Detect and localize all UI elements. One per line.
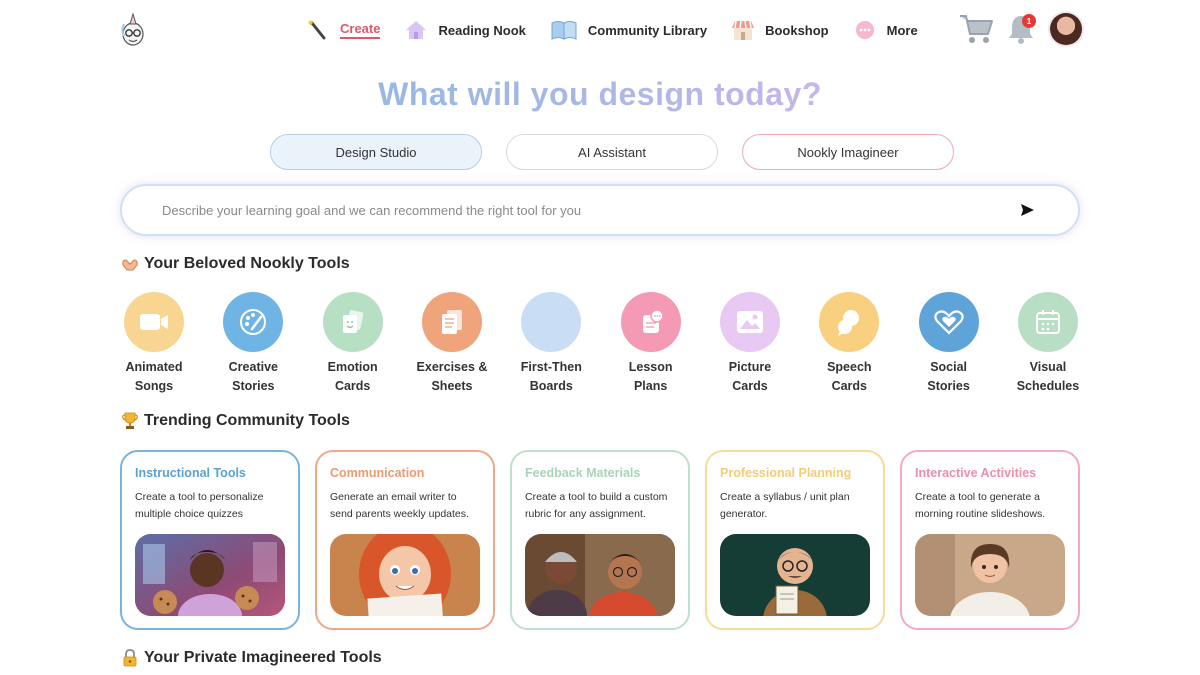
card-illustration (915, 534, 1065, 616)
worksheet-icon (421, 292, 482, 352)
main-nav: Create Reading Nook Community Library Bo… (306, 16, 942, 44)
card-professional-planning[interactable]: Professional Planning Create a syllabus … (705, 450, 885, 630)
card-illustration (720, 534, 870, 616)
card-description: Create a tool to generate a morning rout… (915, 491, 1046, 520)
section-title-text: Your Beloved Nookly Tools (144, 255, 350, 272)
card-title: Feedback Materials (525, 466, 641, 480)
beloved-tools-list: Animated Songs Creative Stories Emotion … (116, 292, 1086, 396)
card-illustration (525, 534, 675, 616)
card-description: Create a syllabus / unit plan generator. (720, 491, 850, 520)
card-title: Professional Planning (720, 466, 852, 480)
tool-visual-schedules[interactable]: Visual Schedules (1010, 292, 1086, 396)
tool-lesson-plans[interactable]: Lesson Plans (613, 292, 689, 396)
notification-bell-icon[interactable]: 1 (1006, 12, 1036, 46)
house-icon (404, 18, 428, 42)
nav-reading-nook[interactable]: Reading Nook (404, 16, 526, 44)
nav-community-library[interactable]: Community Library (550, 16, 707, 44)
learning-goal-input[interactable] (162, 190, 1012, 230)
card-communication[interactable]: Communication Generate an email writer t… (315, 450, 495, 630)
card-description: Create a tool to personalize multiple ch… (135, 491, 264, 520)
send-icon[interactable] (1012, 195, 1042, 225)
emotion-card-icon (322, 292, 383, 352)
trending-cards: Instructional Tools Create a tool to per… (120, 450, 1080, 630)
notification-badge: 1 (1022, 14, 1036, 28)
tool-exercises-sheets[interactable]: Exercises & Sheets (414, 292, 490, 396)
trophy-icon (120, 411, 140, 431)
card-interactive-activities[interactable]: Interactive Activities Create a tool to … (900, 450, 1080, 630)
tab-design-studio[interactable]: Design Studio (270, 134, 482, 170)
speech-bubble-icon (819, 292, 880, 352)
unicorn-logo-icon[interactable] (118, 12, 148, 48)
tool-label: Exercises & Sheets (416, 360, 488, 393)
board-icon (521, 292, 582, 352)
shop-icon (731, 18, 755, 42)
section-title-text: Your Private Imagineered Tools (144, 649, 382, 666)
book-icon (550, 18, 578, 42)
tool-emotion-cards[interactable]: Emotion Cards (315, 292, 391, 396)
nav-bookshop[interactable]: Bookshop (731, 16, 829, 44)
tool-label: Visual Schedules (1016, 360, 1080, 393)
more-dots-icon (853, 18, 877, 42)
user-avatar[interactable] (1050, 13, 1082, 45)
nav-label: More (886, 22, 918, 38)
nav-label: Reading Nook (438, 22, 526, 38)
beloved-tools-heading: Your Beloved Nookly Tools (120, 254, 350, 274)
trending-tools-heading: Trending Community Tools (120, 411, 350, 431)
tool-label: Lesson Plans (628, 360, 673, 393)
card-title: Communication (330, 466, 425, 480)
heart-hands-emoji-icon (120, 254, 140, 274)
tab-nookly-imagineer[interactable]: Nookly Imagineer (742, 134, 954, 170)
card-illustration (135, 534, 285, 616)
tool-label: Emotion Cards (327, 360, 378, 393)
tool-picture-cards[interactable]: Picture Cards (712, 292, 788, 396)
heart-hands-icon (918, 292, 979, 352)
card-title: Instructional Tools (135, 466, 246, 480)
picture-icon (719, 292, 780, 352)
shopping-cart-icon[interactable] (958, 12, 994, 46)
prompt-bar (120, 184, 1080, 236)
nav-label: Community Library (587, 22, 708, 38)
lock-icon (120, 648, 140, 668)
tool-label: First-Then Boards (520, 360, 582, 393)
section-title-text: Trending Community Tools (144, 412, 350, 429)
card-description: Generate an email writer to send parents… (330, 491, 469, 520)
tool-speech-cards[interactable]: Speech Cards (811, 292, 887, 396)
tool-creative-stories[interactable]: Creative Stories (215, 292, 291, 396)
tool-animated-songs[interactable]: Animated Songs (116, 292, 192, 396)
nav-label: Bookshop (765, 22, 829, 38)
card-instructional-tools[interactable]: Instructional Tools Create a tool to per… (120, 450, 300, 630)
tool-label: Animated Songs (125, 360, 183, 393)
mode-tabs: Design Studio AI Assistant Nookly Imagin… (270, 134, 954, 170)
tool-social-stories[interactable]: Social Stories (911, 292, 987, 396)
top-navigation: Create Reading Nook Community Library Bo… (0, 0, 1200, 62)
calendar-icon (1017, 292, 1078, 352)
tool-label: Creative Stories (228, 360, 278, 393)
magic-wand-icon (306, 18, 330, 42)
private-tools-heading: Your Private Imagineered Tools (120, 648, 382, 668)
card-description: Create a tool to build a custom rubric f… (525, 491, 668, 520)
nav-more[interactable]: More (853, 16, 918, 44)
tab-ai-assistant[interactable]: AI Assistant (506, 134, 718, 170)
video-camera-icon (124, 292, 184, 352)
lesson-icon (620, 292, 681, 352)
card-illustration (330, 534, 480, 616)
header-actions: 1 (958, 12, 1082, 46)
tool-label: Social Stories (927, 360, 970, 393)
tool-label: Picture Cards (728, 360, 772, 393)
tool-label: Speech Cards (827, 360, 872, 393)
palette-icon (223, 292, 284, 352)
card-title: Interactive Activities (915, 466, 1037, 480)
nav-label: Create (340, 21, 381, 39)
nav-create[interactable]: Create (306, 16, 381, 44)
tool-first-then-boards[interactable]: First-Then Boards (513, 292, 589, 396)
page-headline: What will you design today? (0, 76, 1200, 113)
card-feedback-materials[interactable]: Feedback Materials Create a tool to buil… (510, 450, 690, 630)
